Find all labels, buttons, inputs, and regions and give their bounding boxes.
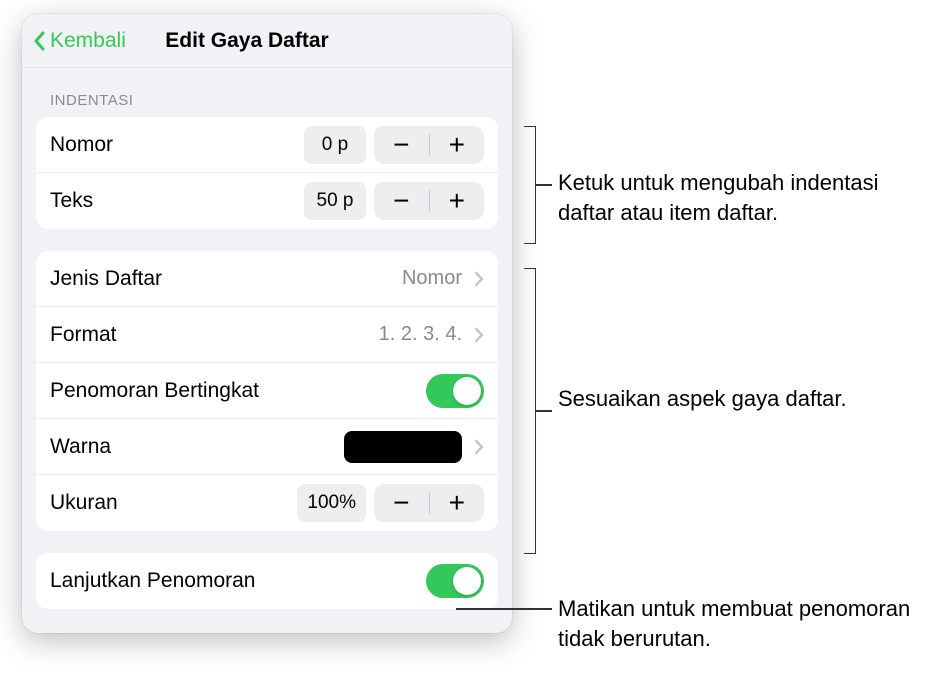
chevron-right-icon [474, 439, 484, 455]
popover-title: Edit Gaya Daftar [165, 29, 328, 53]
style-card: Jenis Daftar Nomor Format 1. 2. 3. 4. [36, 251, 498, 531]
popover-header: Kembali Edit Gaya Daftar [22, 14, 512, 68]
row-indent-number: Nomor 0 p − + [36, 117, 498, 173]
indent-text-label: Teks [50, 189, 93, 213]
callout-text-3: Matikan untuk membuat penomoran tidak be… [558, 594, 918, 653]
row-list-type[interactable]: Jenis Daftar Nomor [36, 251, 498, 307]
callout-text-2: Sesuaikan aspek gaya daftar. [558, 384, 847, 414]
callout-leader-3 [456, 608, 552, 610]
row-tiered-numbering: Penomoran Bertingkat [36, 363, 498, 419]
back-button[interactable]: Kembali [32, 29, 126, 53]
indent-number-stepper: − + [374, 126, 484, 164]
continue-label: Lanjutkan Penomoran [50, 569, 255, 593]
callout-leader-2 [536, 410, 552, 412]
indent-number-label: Nomor [50, 133, 113, 157]
chevron-left-icon [32, 30, 48, 52]
row-format[interactable]: Format 1. 2. 3. 4. [36, 307, 498, 363]
format-value: 1. 2. 3. 4. [379, 323, 462, 346]
indent-text-value[interactable]: 50 p [304, 182, 366, 220]
tiered-toggle[interactable] [426, 374, 484, 408]
chevron-right-icon [474, 327, 484, 343]
size-increment[interactable]: + [430, 487, 485, 519]
size-label: Ukuran [50, 491, 118, 515]
callout-text-1: Ketuk untuk mengubah indentasi daftar at… [558, 168, 908, 227]
size-decrement[interactable]: − [374, 487, 429, 519]
color-label: Warna [50, 435, 111, 459]
size-stepper: − + [374, 484, 484, 522]
row-continue-numbering: Lanjutkan Penomoran [36, 553, 498, 609]
row-size: Ukuran 100% − + [36, 475, 498, 531]
color-swatch [344, 431, 462, 463]
size-value[interactable]: 100% [297, 484, 366, 522]
callout-bracket-1 [524, 126, 536, 244]
back-label: Kembali [50, 29, 126, 53]
chevron-right-icon [474, 271, 484, 287]
indent-text-stepper: − + [374, 182, 484, 220]
row-color[interactable]: Warna [36, 419, 498, 475]
row-indent-text: Teks 50 p − + [36, 173, 498, 229]
indent-text-decrement[interactable]: − [374, 185, 429, 217]
tiered-label: Penomoran Bertingkat [50, 379, 259, 403]
continue-toggle[interactable] [426, 564, 484, 598]
indent-card: Nomor 0 p − + Teks 50 p [36, 117, 498, 229]
popover-body: INDENTASI Nomor 0 p − + Teks [22, 68, 512, 633]
callout-leader-1 [536, 184, 552, 186]
indent-number-increment[interactable]: + [430, 129, 485, 161]
continue-card: Lanjutkan Penomoran [36, 553, 498, 609]
format-label: Format [50, 323, 117, 347]
edit-list-style-popover: Kembali Edit Gaya Daftar INDENTASI Nomor… [22, 14, 512, 633]
indent-number-value[interactable]: 0 p [304, 126, 366, 164]
section-label-indent: INDENTASI [36, 78, 498, 117]
indent-number-decrement[interactable]: − [374, 129, 429, 161]
callout-bracket-2 [524, 268, 536, 554]
list-type-label: Jenis Daftar [50, 267, 162, 291]
list-type-value: Nomor [402, 267, 462, 290]
indent-text-increment[interactable]: + [430, 185, 485, 217]
